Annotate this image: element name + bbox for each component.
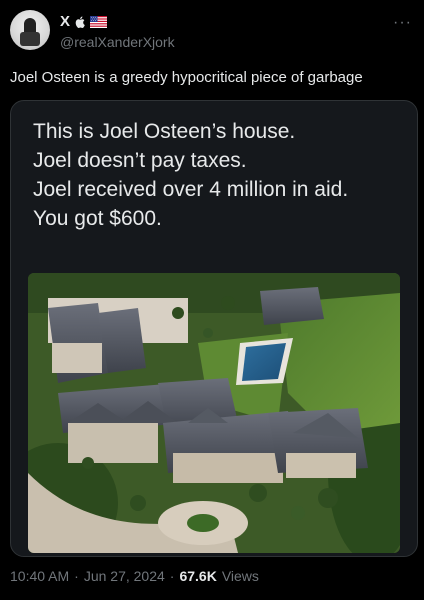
ellipsis-icon[interactable]: ··· (393, 14, 412, 32)
tweet-date[interactable]: Jun 27, 2024 (84, 568, 165, 584)
us-flag-icon (89, 15, 107, 28)
views-label: Views (221, 568, 259, 584)
mansion-aerial-photo[interactable] (28, 273, 400, 553)
meta-separator: · (74, 568, 79, 584)
tweet-time[interactable]: 10:40 AM (10, 568, 69, 584)
avatar[interactable] (10, 10, 50, 50)
media-text: This is Joel Osteen’s house. Joel doesn’… (33, 117, 403, 233)
tweet-header: X @realXanderXjork ··· (10, 10, 414, 54)
media-line: Joel doesn’t pay taxes. (33, 149, 247, 172)
display-name[interactable]: X (60, 13, 70, 30)
avatar-base (20, 32, 40, 46)
name-row: X (60, 12, 107, 30)
media-line: This is Joel Osteen’s house. (33, 120, 296, 143)
tweet-meta: 10:40 AM · Jun 27, 2024 · 67.6K Views (10, 568, 259, 584)
apple-icon (75, 15, 85, 28)
media-card[interactable]: This is Joel Osteen’s house. Joel doesn’… (10, 100, 418, 557)
mansion-aerial-image (28, 273, 400, 553)
views-count[interactable]: 67.6K (179, 568, 216, 584)
media-line: Joel received over 4 million in aid. (33, 178, 349, 201)
handle[interactable]: @realXanderXjork (60, 34, 175, 50)
media-line: You got $600. (33, 207, 162, 230)
tweet-text: Joel Osteen is a greedy hypocritical pie… (10, 69, 363, 86)
meta-separator: · (169, 568, 175, 584)
